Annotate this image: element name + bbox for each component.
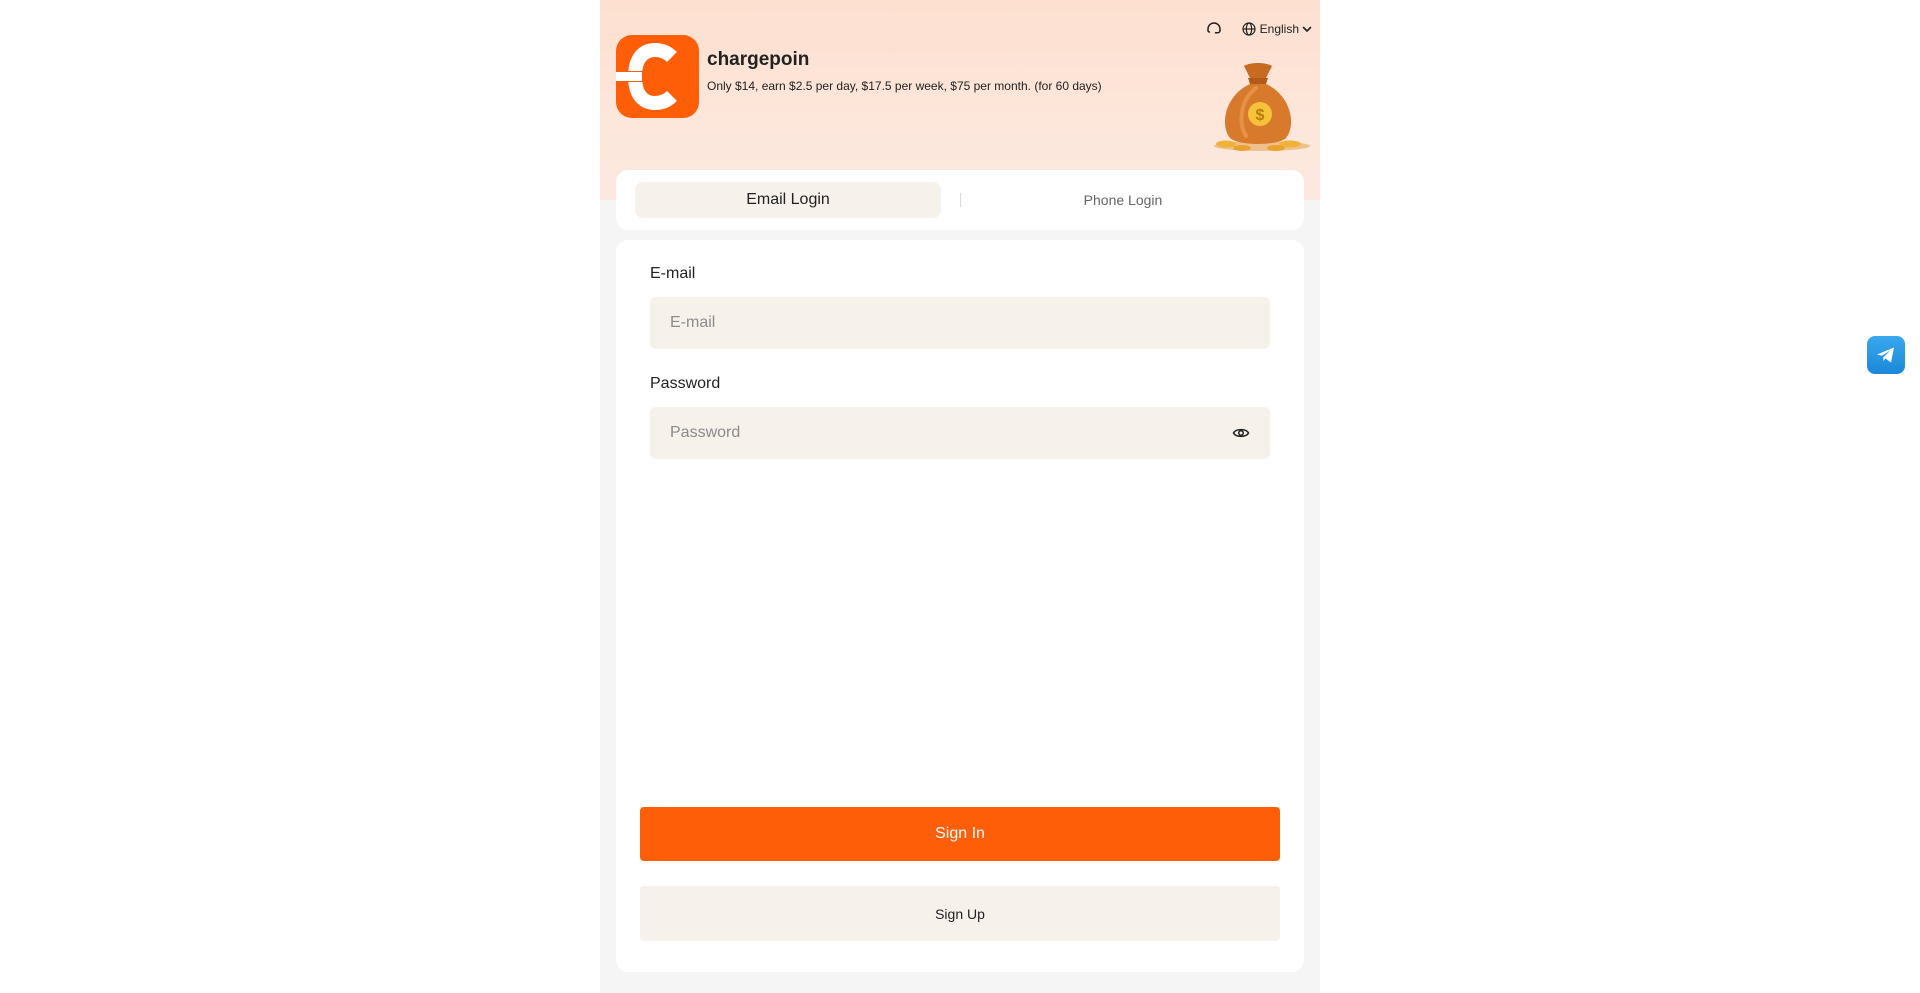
support-button[interactable] (1203, 18, 1225, 40)
sign-in-button[interactable]: Sign In (640, 807, 1280, 861)
top-actions: English (1203, 18, 1312, 40)
headset-icon (1206, 22, 1221, 34)
chevron-down-icon (1302, 26, 1312, 32)
globe-icon (1242, 22, 1256, 36)
telegram-button[interactable] (1867, 336, 1905, 374)
money-bag-illustration: $ (1214, 63, 1310, 151)
brand: chargepoin Only $14, earn $2.5 per day, … (616, 35, 1102, 118)
email-field-wrapper (650, 297, 1270, 349)
email-input[interactable] (650, 297, 1270, 349)
tab-phone-login-label: Phone Login (1083, 192, 1163, 208)
password-input[interactable] (650, 407, 1230, 459)
app-logo (616, 35, 699, 118)
brand-text: chargepoin Only $14, earn $2.5 per day, … (707, 35, 1102, 93)
password-field-wrapper (650, 407, 1270, 459)
tab-email-login[interactable]: Email Login (635, 182, 941, 218)
brand-description: Only $14, earn $2.5 per day, $17.5 per w… (707, 79, 1102, 93)
password-visibility-toggle[interactable] (1230, 422, 1252, 444)
telegram-icon (1877, 347, 1894, 363)
brand-name: chargepoin (707, 49, 810, 70)
tab-phone-login[interactable]: Phone Login (961, 182, 1285, 218)
login-form: E-mail Password Sign In Sign Up (616, 240, 1304, 972)
tab-email-login-label: Email Login (746, 191, 830, 208)
password-label: Password (650, 375, 721, 392)
language-selector[interactable]: English (1241, 21, 1312, 37)
eye-icon (1232, 428, 1250, 438)
sign-up-button[interactable]: Sign Up (640, 886, 1280, 941)
app-container: English chargepoin Only $14, earn $2.5 p… (600, 0, 1320, 993)
logo-c-mark (616, 42, 677, 111)
language-label: English (1259, 22, 1299, 36)
login-tabs: Email Login Phone Login (616, 170, 1304, 230)
svg-text:$: $ (1256, 107, 1265, 124)
email-label: E-mail (650, 265, 696, 282)
